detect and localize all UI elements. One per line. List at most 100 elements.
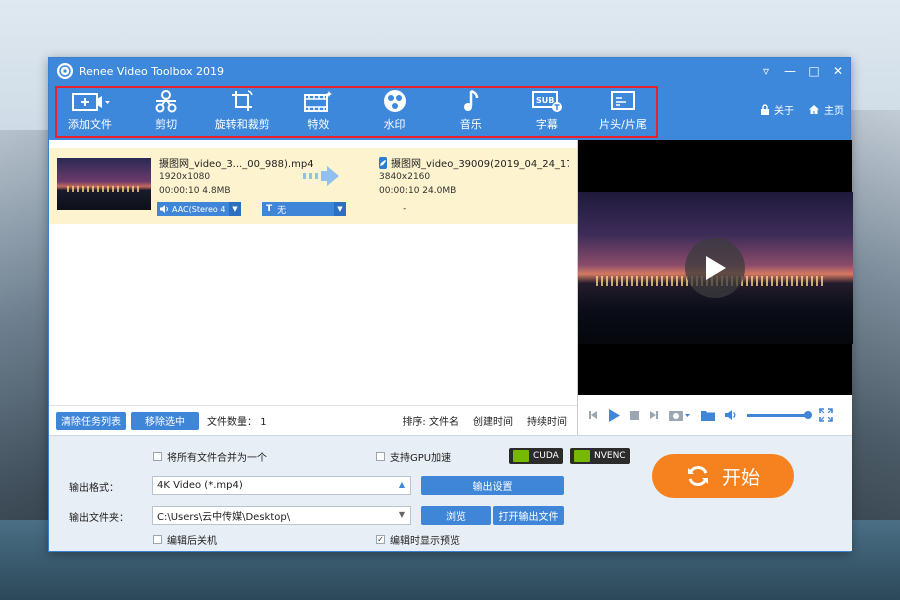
gpu-checkbox-box[interactable] [376,452,385,461]
nvidia-icon [513,450,529,462]
tool-music[interactable]: 音乐 [442,88,500,136]
output-file-name[interactable]: 摄图网_video_39009(2019_04_24_17_( [379,155,569,170]
stop-button[interactable] [630,410,639,420]
file-row[interactable]: 摄图网_video_3..._00_988).mp4 1920x1080 00:… [49,148,577,224]
audio-track-select[interactable]: AAC(Stereo 4 ▼ [157,202,241,216]
subtitle-value: 无 [277,205,287,216]
tool-music-label: 音乐 [459,118,482,131]
close-button[interactable]: ✕ [826,58,850,84]
output-duration-size: 00:00:10 24.0MB [379,186,456,196]
edit-icon[interactable] [379,156,387,169]
sort-name-label: 文件名 [429,417,459,428]
previous-button[interactable] [588,410,598,420]
scissors-icon [155,90,177,113]
remove-selected-button[interactable]: 移除选中 [131,411,199,430]
maximize-button[interactable]: □ [802,58,826,84]
shutdown-checkbox-box[interactable] [153,535,162,544]
open-folder-button[interactable] [701,410,715,421]
music-note-icon [463,89,478,111]
sort-by-created[interactable]: 创建时间 [473,413,513,428]
chevron-down-icon[interactable]: ▼ [334,202,346,216]
subtitle-select[interactable]: T 无 ▼ [262,202,346,216]
open-output-folder-button[interactable]: 打开输出文件 [493,506,564,525]
tool-watermark[interactable]: 水印 [366,88,424,136]
tool-cut[interactable]: 剪切 [137,88,195,136]
output-format-value: 4K Video (*.mp4) [157,480,243,491]
output-folder-value: C:\Users\云中传媒\Desktop\ [157,512,291,523]
output-duration: 00:00:10 [379,186,420,196]
output-folder-label: 输出文件夹： [69,513,129,524]
volume-slider-knob[interactable] [804,410,812,419]
shutdown-label: 编辑后关机 [167,536,217,547]
svg-text:SUB: SUB [536,96,554,105]
merge-label: 将所有文件合并为一个 [167,453,267,464]
stop-icon [630,410,639,420]
next-button[interactable] [649,410,659,420]
folder-icon [701,410,715,421]
toolbar: 添加文件 剪切 旋转和裁剪 特效 水印 音乐 SUB 字幕 片头/片尾 关于 主… [49,84,850,140]
play-overlay-button[interactable] [685,238,745,298]
nvenc-label: NVENC [594,451,626,461]
snapshot-button[interactable] [669,409,691,421]
output-format-select[interactable]: 4K Video (*.mp4) ▲ [152,476,411,495]
lock-icon [761,104,769,115]
merge-files-checkbox[interactable]: 将所有文件合并为一个 [153,449,267,464]
tool-add-file-label: 添加文件 [68,118,112,131]
clear-task-list-button[interactable]: 清除任务列表 [56,411,126,430]
placeholder-dash: - [403,204,407,214]
fullscreen-button[interactable] [819,408,833,422]
effects-icon [304,91,333,112]
skip-back-icon [589,411,597,419]
output-settings-panel: 将所有文件合并为一个 支持GPU加速 CUDA NVENC 输出格式： 4K V… [49,435,852,551]
cuda-badge: CUDA [509,448,563,464]
audio-track-value: AAC(Stereo 4 [172,204,226,214]
merge-checkbox-box[interactable] [153,452,162,461]
volume-button[interactable] [725,410,737,420]
volume-slider[interactable] [747,410,812,419]
video-preview [577,140,853,435]
nvidia-icon [574,450,590,462]
gpu-accel-checkbox[interactable]: 支持GPU加速 [376,449,451,464]
title-bar: Renee Video Toolbox 2019 ▿ — □ ✕ [49,58,850,84]
file-list: 摄图网_video_3..._00_988).mp4 1920x1080 00:… [49,140,577,435]
minimize-button[interactable]: — [778,58,802,84]
output-resolution: 3840x2160 [379,172,431,182]
preview-checkbox-box[interactable]: ✓ [376,535,385,544]
tool-cut-label: 剪切 [155,118,178,131]
sort-by-name[interactable]: 排序: 文件名 [402,413,459,428]
tool-effects-label: 特效 [307,118,330,131]
chevron-down-icon[interactable]: ▼ [229,202,241,216]
about-button[interactable]: 关于 [760,102,794,117]
sort-by-duration[interactable]: 持续时间 [527,413,567,428]
speaker-icon [160,205,168,213]
menu-dropdown-icon[interactable]: ▿ [754,58,778,84]
output-settings-button[interactable]: 输出设置 [421,476,564,495]
tool-subtitle[interactable]: SUB 字幕 [518,88,576,136]
play-icon [609,408,620,422]
sort-label: 排序: [402,417,426,428]
output-file-name-text: 摄图网_video_39009(2019_04_24_17_( [391,159,569,170]
home-button[interactable]: 主页 [808,102,844,117]
show-preview-checkbox[interactable]: ✓ 编辑时显示预览 [376,532,460,547]
app-logo-icon [57,63,73,79]
source-resolution: 1920x1080 [159,172,211,182]
tool-crop-rotate[interactable]: 旋转和裁剪 [213,88,271,136]
browse-button[interactable]: 浏览 [421,506,491,525]
watermark-icon [383,90,406,112]
crop-rotate-icon [232,90,253,111]
tool-subtitle-label: 字幕 [535,118,558,131]
tool-effects[interactable]: 特效 [289,88,347,136]
tool-add-file[interactable]: 添加文件 [61,88,119,136]
source-size: 4.8MB [202,186,231,196]
cuda-label: CUDA [533,451,559,461]
sort-options: 排序: 文件名 创建时间 持续时间 [402,413,567,428]
play-button[interactable] [608,408,620,422]
text-t-icon: T [266,204,273,214]
convert-arrow-icon [301,164,345,191]
source-duration: 00:00:10 [159,186,200,196]
shutdown-after-checkbox[interactable]: 编辑后关机 [153,532,217,547]
start-button[interactable]: 开始 [652,454,794,498]
skip-forward-icon [650,411,658,419]
tool-intro-outro[interactable]: 片头/片尾 [594,88,652,136]
output-folder-select[interactable]: C:\Users\云中传媒\Desktop\ ▼ [152,506,411,525]
